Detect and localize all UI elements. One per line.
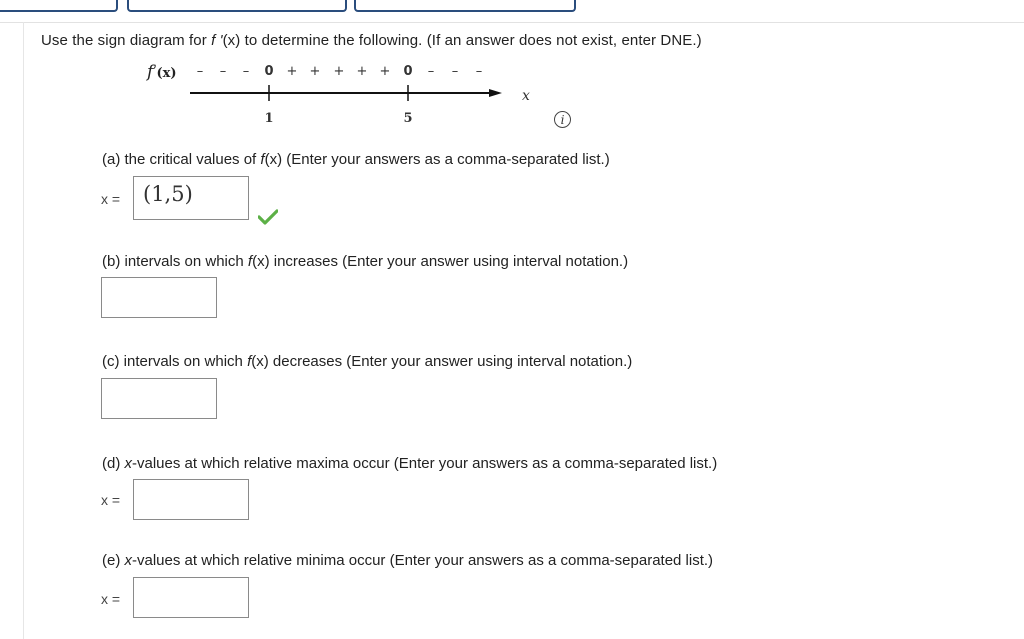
- question-c: (c) intervals on which f(x) decreases (E…: [102, 353, 633, 370]
- x-equals-label: x =: [101, 492, 121, 508]
- answer-input-d[interactable]: [133, 479, 249, 520]
- answer-value-a: (1,5): [143, 182, 193, 206]
- answer-input-e[interactable]: [133, 577, 249, 618]
- number-line-arrow: [489, 89, 502, 97]
- sign-symbol: +: [287, 64, 298, 79]
- correct-check-icon: [258, 209, 278, 225]
- sign-symbol: –: [476, 64, 483, 79]
- answer-input-c[interactable]: [101, 378, 217, 419]
- sign-symbol: +: [357, 64, 368, 79]
- info-icon[interactable]: i: [554, 111, 571, 128]
- question-e: (e) x-values at which relative minima oc…: [102, 552, 714, 569]
- sign-symbol: –: [452, 64, 459, 79]
- sign-symbol: –: [220, 64, 227, 79]
- tick-label: 1: [264, 111, 273, 126]
- sign-zero: 0: [264, 64, 273, 79]
- sign-symbol: –: [197, 64, 204, 79]
- sign-diagram: – – –0 + + + + +0– – – 1 5 x: [190, 64, 530, 126]
- question-a: (a) the critical values of f(x) (Enter y…: [102, 151, 610, 168]
- sign-symbol: +: [334, 64, 345, 79]
- sign-zero: 0: [403, 64, 412, 79]
- sign-symbol: –: [428, 64, 435, 79]
- sign-symbol: +: [310, 64, 321, 79]
- sign-symbol: –: [243, 64, 250, 79]
- question-d: (d) x-values at which relative maxima oc…: [102, 455, 718, 472]
- axis-variable-label: x: [522, 88, 530, 104]
- sign-symbol: +: [380, 64, 391, 79]
- answer-input-b[interactable]: [101, 277, 217, 318]
- x-equals-label: x =: [101, 191, 121, 207]
- question-b: (b) intervals on which f(x) increases (E…: [102, 253, 629, 270]
- x-equals-label: x =: [101, 591, 121, 607]
- tick-label: 5: [403, 111, 412, 126]
